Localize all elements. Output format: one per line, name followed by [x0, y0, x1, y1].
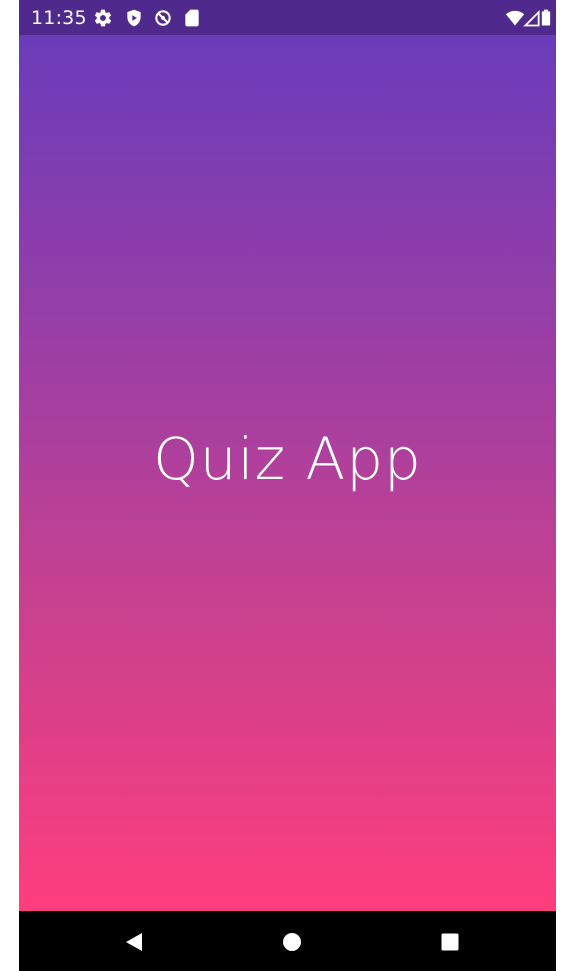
app-title: Quiz App — [153, 425, 422, 493]
back-icon[interactable] — [121, 929, 147, 955]
sd-card-icon — [182, 8, 202, 28]
status-time: 11:35 — [31, 7, 87, 29]
status-bar: 11:35 — [19, 0, 556, 35]
home-icon[interactable] — [279, 929, 305, 955]
battery-icon — [539, 8, 553, 28]
phone-screen: 11:35 Quiz App — [19, 0, 556, 971]
settings-icon — [93, 8, 113, 28]
data-saver-icon — [153, 8, 173, 28]
recents-icon[interactable] — [437, 929, 463, 955]
navigation-bar — [19, 911, 556, 971]
shield-play-icon — [124, 8, 144, 28]
splash-screen: Quiz App — [19, 35, 556, 911]
